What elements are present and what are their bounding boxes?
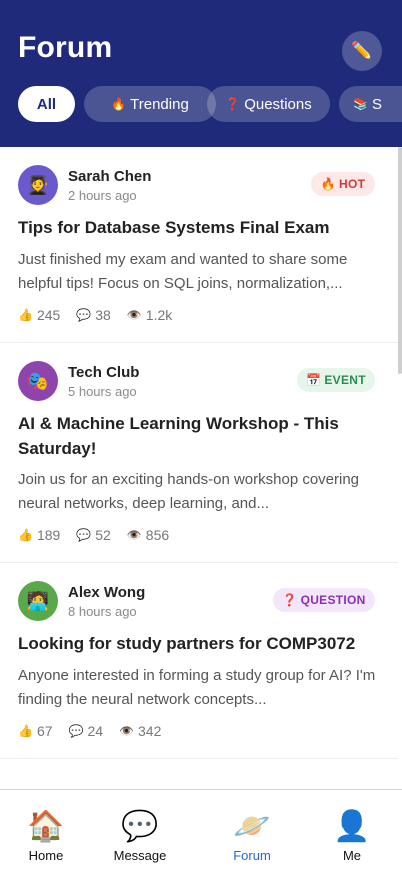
status-badge: 📅 EVENT: [297, 368, 375, 392]
post-excerpt: Just finished my exam and wanted to shar…: [18, 251, 348, 292]
like-value: 67: [36, 723, 53, 739]
nav-label: Forum: [233, 848, 271, 863]
compose-button[interactable]: ✏️: [342, 31, 382, 71]
comment-icon: 💬: [68, 724, 84, 738]
eye-icon: 👁️: [119, 724, 135, 738]
avatar[interactable]: 🎭: [18, 361, 58, 401]
comment-count[interactable]: 💬 52: [76, 527, 111, 543]
post-time: 5 hours ago: [68, 384, 137, 399]
thumbs-up-icon: 👍: [18, 724, 33, 738]
post-card[interactable]: 🧑‍💻 Alex Wong 8 hours ago ❓ QUESTION Loo…: [0, 563, 398, 759]
post-title[interactable]: Tips for Database Systems Final Exam: [18, 215, 380, 240]
tab-questions[interactable]: ❓ Questions: [207, 86, 330, 122]
badge-label: QUESTION: [300, 593, 366, 607]
view-value: 1.2k: [145, 307, 173, 323]
post-stats: 👍 245 💬 38 👁️ 1.2k: [18, 307, 188, 323]
comment-value: 38: [95, 307, 111, 323]
avatar[interactable]: 🧑‍🎓: [18, 165, 58, 205]
feed-scrollbar[interactable]: [398, 147, 402, 374]
comment-count[interactable]: 💬 24: [69, 723, 104, 739]
post-stats: 👍 189 💬 52 👁️ 856: [18, 527, 185, 543]
comment-icon: 💬: [76, 308, 92, 322]
comment-count[interactable]: 💬 38: [76, 307, 111, 323]
question-icon: ❓: [225, 97, 241, 111]
post-title[interactable]: AI & Machine Learning Workshop - This Sa…: [18, 411, 380, 461]
like-value: 189: [36, 527, 61, 543]
comment-value: 52: [95, 527, 111, 543]
post-time: 2 hours ago: [68, 188, 137, 203]
author-name[interactable]: Alex Wong: [68, 584, 145, 601]
post-stats: 👍 67 💬 24 👁️ 342: [18, 723, 177, 739]
like-count[interactable]: 👍 245: [18, 307, 60, 323]
bottom-nav: 🏠 Home 💬 Message 🪐 Forum 👤 Me: [0, 789, 402, 874]
badge-label: EVENT: [324, 373, 366, 387]
view-count: 👁️ 342: [119, 723, 161, 739]
view-value: 856: [145, 527, 170, 543]
pencil-icon: ✏️: [351, 41, 373, 60]
question-icon: ❓: [282, 593, 298, 607]
thumbs-up-icon: 👍: [18, 528, 33, 542]
nav-forum[interactable]: 🪐 Forum: [212, 810, 292, 863]
view-count: 👁️ 856: [127, 527, 169, 543]
calendar-icon: 📅: [306, 373, 322, 387]
tab-label: Questions: [244, 95, 312, 113]
like-count[interactable]: 👍 67: [18, 723, 53, 739]
avatar[interactable]: 🧑‍💻: [18, 581, 58, 621]
home-icon: 🏠: [27, 810, 65, 843]
planet-icon: 🪐: [233, 810, 271, 843]
nav-message[interactable]: 💬 Message: [100, 810, 180, 863]
tab-label: S: [371, 95, 382, 113]
eye-icon: 👁️: [126, 528, 142, 542]
post-time: 8 hours ago: [68, 604, 137, 619]
page-title: Forum: [18, 31, 113, 64]
like-value: 245: [36, 307, 61, 323]
tab-all[interactable]: All: [18, 86, 75, 122]
fire-icon: 🔥: [111, 97, 127, 111]
tab-study[interactable]: 📚 S: [339, 86, 402, 122]
student-icon: 🧑‍🎓: [26, 174, 50, 195]
fire-icon: 🔥: [320, 177, 336, 191]
post-excerpt: Join us for an exciting hands-on worksho…: [18, 471, 360, 512]
forum-header: Forum ✏️ All 🔥 Trending ❓ Questions 📚 S: [0, 0, 402, 147]
status-badge: 🔥 HOT: [311, 172, 375, 196]
filter-tabs: All 🔥 Trending ❓ Questions 📚 S: [18, 86, 402, 122]
author-name[interactable]: Tech Club: [68, 364, 139, 381]
comment-icon: 💬: [76, 528, 92, 542]
badge-label: HOT: [339, 177, 366, 191]
thumbs-up-icon: 👍: [18, 308, 33, 322]
status-badge: ❓ QUESTION: [273, 588, 375, 612]
like-count[interactable]: 👍 189: [18, 527, 60, 543]
post-card[interactable]: 🧑‍🎓 Sarah Chen 2 hours ago 🔥 HOT Tips fo…: [0, 147, 398, 343]
post-title[interactable]: Looking for study partners for COMP3072: [18, 631, 380, 656]
view-value: 342: [138, 723, 162, 739]
nav-label: Message: [113, 848, 167, 863]
author-name[interactable]: Sarah Chen: [68, 168, 151, 185]
nav-label: Home: [28, 848, 64, 863]
view-count: 👁️ 1.2k: [127, 307, 172, 323]
technologist-icon: 🧑‍💻: [26, 590, 50, 611]
message-icon: 💬: [121, 810, 159, 843]
user-icon: 👤: [333, 810, 371, 843]
nav-home[interactable]: 🏠 Home: [6, 810, 86, 863]
post-card[interactable]: 🎭 Tech Club 5 hours ago 📅 EVENT AI & Mac…: [0, 343, 398, 563]
nav-label: Me: [342, 848, 362, 863]
post-excerpt: Anyone interested in forming a study gro…: [18, 667, 376, 708]
nav-me[interactable]: 👤 Me: [312, 810, 392, 863]
eye-icon: 👁️: [126, 308, 142, 322]
tab-trending[interactable]: 🔥 Trending: [84, 86, 216, 122]
tab-label: Trending: [130, 95, 189, 113]
comment-value: 24: [87, 723, 104, 739]
tab-label: All: [36, 95, 57, 113]
books-icon: 📚: [353, 97, 368, 111]
theater-masks-icon: 🎭: [26, 370, 50, 391]
